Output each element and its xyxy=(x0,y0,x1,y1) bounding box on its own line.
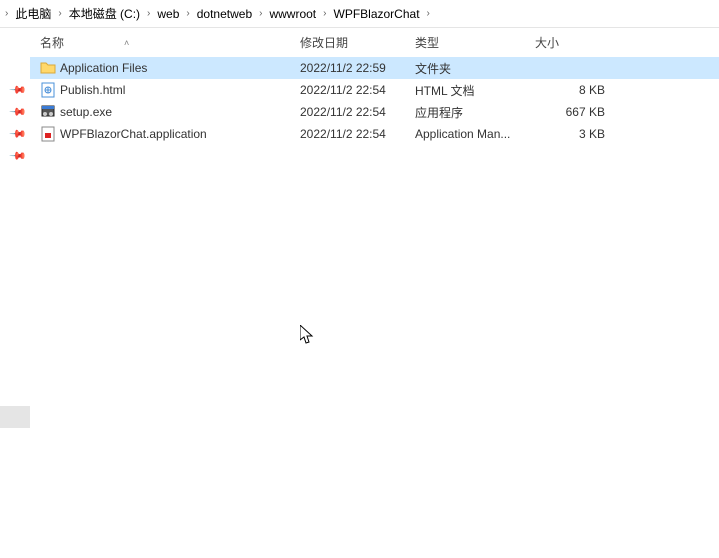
file-rows: Application Files 2022/11/2 22:59文件夹 Publi… xyxy=(30,57,719,145)
file-type: 应用程序 xyxy=(415,104,535,121)
content-area: 📌 📌 📌 📌 名称 ˄ 修改日期 类型 大小 Application File… xyxy=(0,28,719,558)
table-row[interactable]: Publish.html 2022/11/2 22:54HTML 文档8 KB xyxy=(30,79,719,101)
file-date: 2022/11/2 22:54 xyxy=(300,105,415,119)
pin-selected[interactable] xyxy=(0,406,30,428)
chevron-right-icon: › xyxy=(256,8,265,19)
header-date[interactable]: 修改日期 xyxy=(300,34,415,51)
chevron-right-icon: › xyxy=(320,8,329,19)
file-type: 文件夹 xyxy=(415,60,535,77)
chevron-right-icon: › xyxy=(144,8,153,19)
file-date: 2022/11/2 22:54 xyxy=(300,83,415,97)
file-size: 3 KB xyxy=(535,127,605,141)
app-icon xyxy=(40,126,56,142)
chevron-right-icon: › xyxy=(424,8,433,19)
file-date: 2022/11/2 22:59 xyxy=(300,61,415,75)
table-row[interactable]: setup.exe 2022/11/2 22:54应用程序667 KB xyxy=(30,101,719,123)
crumb-thispc[interactable]: 此电脑 xyxy=(11,3,55,24)
crumb-wwwroot[interactable]: wwwroot xyxy=(265,5,320,23)
header-name-label: 名称 xyxy=(40,34,64,51)
file-date: 2022/11/2 22:54 xyxy=(300,127,415,141)
exe-icon xyxy=(40,104,56,120)
quick-access-strip: 📌 📌 📌 📌 xyxy=(0,28,30,558)
chevron-right-icon: › xyxy=(2,8,11,19)
file-name: WPFBlazorChat.application xyxy=(60,127,207,141)
file-list-panel: 名称 ˄ 修改日期 类型 大小 Application Files 2022/11… xyxy=(30,28,719,558)
file-name: Publish.html xyxy=(60,83,125,97)
column-headers: 名称 ˄ 修改日期 类型 大小 xyxy=(30,28,719,57)
breadcrumb[interactable]: › 此电脑 › 本地磁盘 (C:) › web › dotnetweb › ww… xyxy=(0,0,719,28)
file-size: 8 KB xyxy=(535,83,605,97)
crumb-web[interactable]: web xyxy=(153,5,183,23)
file-name: setup.exe xyxy=(60,105,112,119)
chevron-right-icon: › xyxy=(183,8,192,19)
crumb-wpfblazorchat[interactable]: WPFBlazorChat xyxy=(330,5,424,23)
folder-icon xyxy=(40,60,56,76)
file-size: 667 KB xyxy=(535,105,605,119)
crumb-drive[interactable]: 本地磁盘 (C:) xyxy=(65,3,144,24)
file-name: Application Files xyxy=(60,61,147,75)
crumb-dotnetweb[interactable]: dotnetweb xyxy=(193,5,256,23)
header-name[interactable]: 名称 ˄ xyxy=(40,34,300,51)
header-type[interactable]: 类型 xyxy=(415,34,535,51)
table-row[interactable]: Application Files 2022/11/2 22:59文件夹 xyxy=(30,57,719,79)
file-type: Application Man... xyxy=(415,127,535,141)
sort-indicator-icon: ˄ xyxy=(124,38,129,48)
html-icon xyxy=(40,82,56,98)
table-row[interactable]: WPFBlazorChat.application 2022/11/2 22:54… xyxy=(30,123,719,145)
header-size[interactable]: 大小 xyxy=(535,34,605,51)
file-type: HTML 文档 xyxy=(415,82,535,99)
chevron-right-icon: › xyxy=(55,8,64,19)
